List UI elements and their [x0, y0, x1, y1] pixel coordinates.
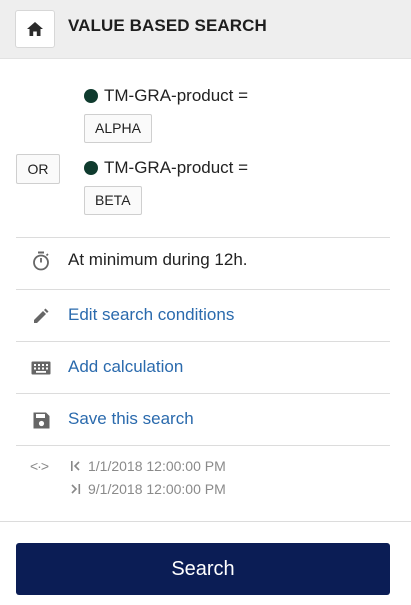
- save-this-search-link[interactable]: Save this search: [68, 409, 194, 429]
- condition-value-chip[interactable]: BETA: [84, 186, 142, 215]
- pencil-icon[interactable]: [30, 305, 52, 327]
- first-icon: [70, 461, 88, 471]
- divider: [0, 521, 411, 522]
- range-start[interactable]: 1/1/2018 12:00:00 PM: [70, 458, 226, 474]
- home-button[interactable]: [15, 10, 55, 48]
- page-title: VALUE BASED SEARCH: [68, 16, 267, 35]
- status-dot: [84, 89, 98, 103]
- edit-search-conditions-link[interactable]: Edit search conditions: [68, 305, 234, 325]
- panel-header: VALUE BASED SEARCH: [0, 0, 411, 59]
- save-icon[interactable]: [30, 409, 52, 431]
- range-icon: <·>: [30, 458, 49, 474]
- range-end[interactable]: 9/1/2018 12:00:00 PM: [70, 481, 226, 497]
- keyboard-icon[interactable]: [30, 357, 52, 379]
- add-calculation-link[interactable]: Add calculation: [68, 357, 183, 377]
- status-dot: [84, 161, 98, 175]
- divider: [16, 237, 390, 238]
- divider: [16, 445, 390, 446]
- condition-field: TM-GRA-product =: [104, 158, 249, 177]
- timer-icon: [30, 250, 52, 272]
- condition-1: TM-GRA-product =: [84, 86, 248, 106]
- operator-chip[interactable]: OR: [16, 154, 60, 184]
- range-start-text: 1/1/2018 12:00:00 PM: [88, 458, 226, 474]
- last-icon: [70, 484, 88, 494]
- divider: [16, 289, 390, 290]
- duration-text: At minimum during 12h.: [68, 250, 248, 269]
- condition-field: TM-GRA-product =: [104, 86, 249, 105]
- condition-2: TM-GRA-product =: [84, 158, 248, 178]
- divider: [16, 341, 390, 342]
- condition-value-chip[interactable]: ALPHA: [84, 114, 152, 143]
- search-button[interactable]: Search: [16, 543, 390, 595]
- range-end-text: 9/1/2018 12:00:00 PM: [88, 481, 226, 497]
- divider: [16, 393, 390, 394]
- home-icon: [27, 22, 43, 36]
